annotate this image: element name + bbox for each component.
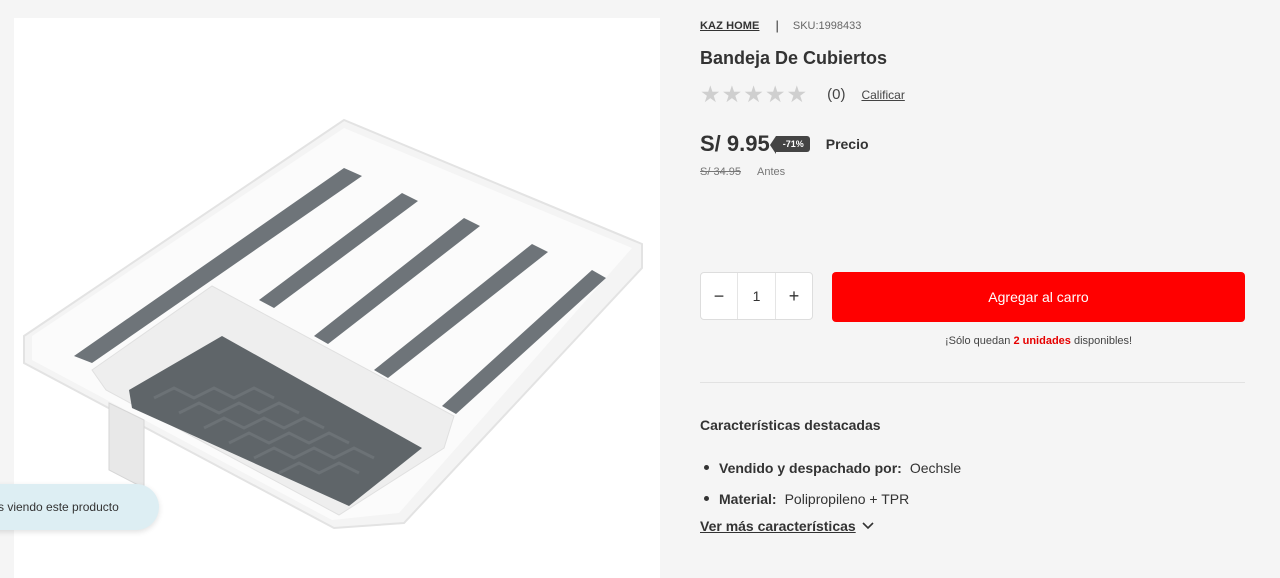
star-icon: ★: [764, 81, 786, 107]
stock-suffix: disponibles!: [1070, 335, 1133, 347]
more-features-link[interactable]: Ver más características: [700, 518, 874, 534]
brand-separator: |: [775, 18, 779, 33]
star-icon: ★: [786, 81, 808, 107]
rating-count: (0): [827, 86, 846, 103]
brand-row: KAZ HOME | SKU:1998433: [700, 18, 861, 33]
viewers-text: s viendo este producto: [0, 500, 119, 514]
feature-value: Oechsle: [909, 459, 962, 476]
old-price-row: S/ 34.95 Antes: [700, 166, 785, 178]
star-icon: ★: [743, 81, 764, 107]
quantity-value[interactable]: 1: [737, 273, 776, 319]
rating-stars: ★ ★ ★ ★ ★: [700, 83, 807, 106]
divider: [700, 382, 1245, 383]
decrease-quantity-button[interactable]: −: [701, 273, 737, 319]
star-icon: ★: [700, 81, 721, 107]
rate-link[interactable]: Calificar: [861, 88, 904, 102]
feature-value: Polipropileno + TPR: [784, 490, 910, 507]
add-to-cart-button[interactable]: Agregar al carro: [832, 272, 1245, 322]
brand-link[interactable]: KAZ HOME: [700, 20, 759, 32]
price-row: S/ 9.95 -71% Precio: [700, 131, 869, 157]
features-list: Vendido y despachado por: Oechsle Materi…: [700, 452, 961, 514]
list-item: Material: Polipropileno + TPR: [700, 483, 961, 514]
old-price-label: Antes: [756, 166, 786, 178]
product-title: Bandeja De Cubiertos: [700, 48, 888, 68]
feature-key: Material:: [719, 490, 777, 507]
price-label: Precio: [825, 136, 869, 152]
stock-units: 2 unidades: [1013, 335, 1071, 347]
current-price: S/ 9.95: [700, 131, 770, 156]
old-price: S/ 34.95: [700, 166, 741, 178]
bullet-icon: [704, 465, 709, 470]
chevron-down-icon: [862, 522, 874, 530]
star-icon: ★: [721, 81, 743, 107]
bullet-icon: [704, 496, 709, 501]
increase-quantity-button[interactable]: +: [776, 273, 812, 319]
stock-message: ¡Sólo quedan 2 unidades disponibles!: [832, 335, 1245, 347]
discount-badge: -71%: [769, 136, 810, 154]
quantity-stepper: − 1 +: [700, 272, 813, 320]
more-features-label: Ver más características: [700, 518, 856, 534]
feature-key: Vendido y despachado por:: [719, 459, 902, 476]
viewers-notification: s viendo este producto: [0, 484, 159, 530]
rating-row: ★ ★ ★ ★ ★ (0) Calificar: [700, 83, 905, 106]
sku-text: SKU:1998433: [792, 19, 862, 32]
stock-prefix: ¡Sólo quedan: [944, 335, 1014, 347]
list-item: Vendido y despachado por: Oechsle: [700, 452, 961, 483]
features-title: Características destacadas: [700, 417, 881, 433]
